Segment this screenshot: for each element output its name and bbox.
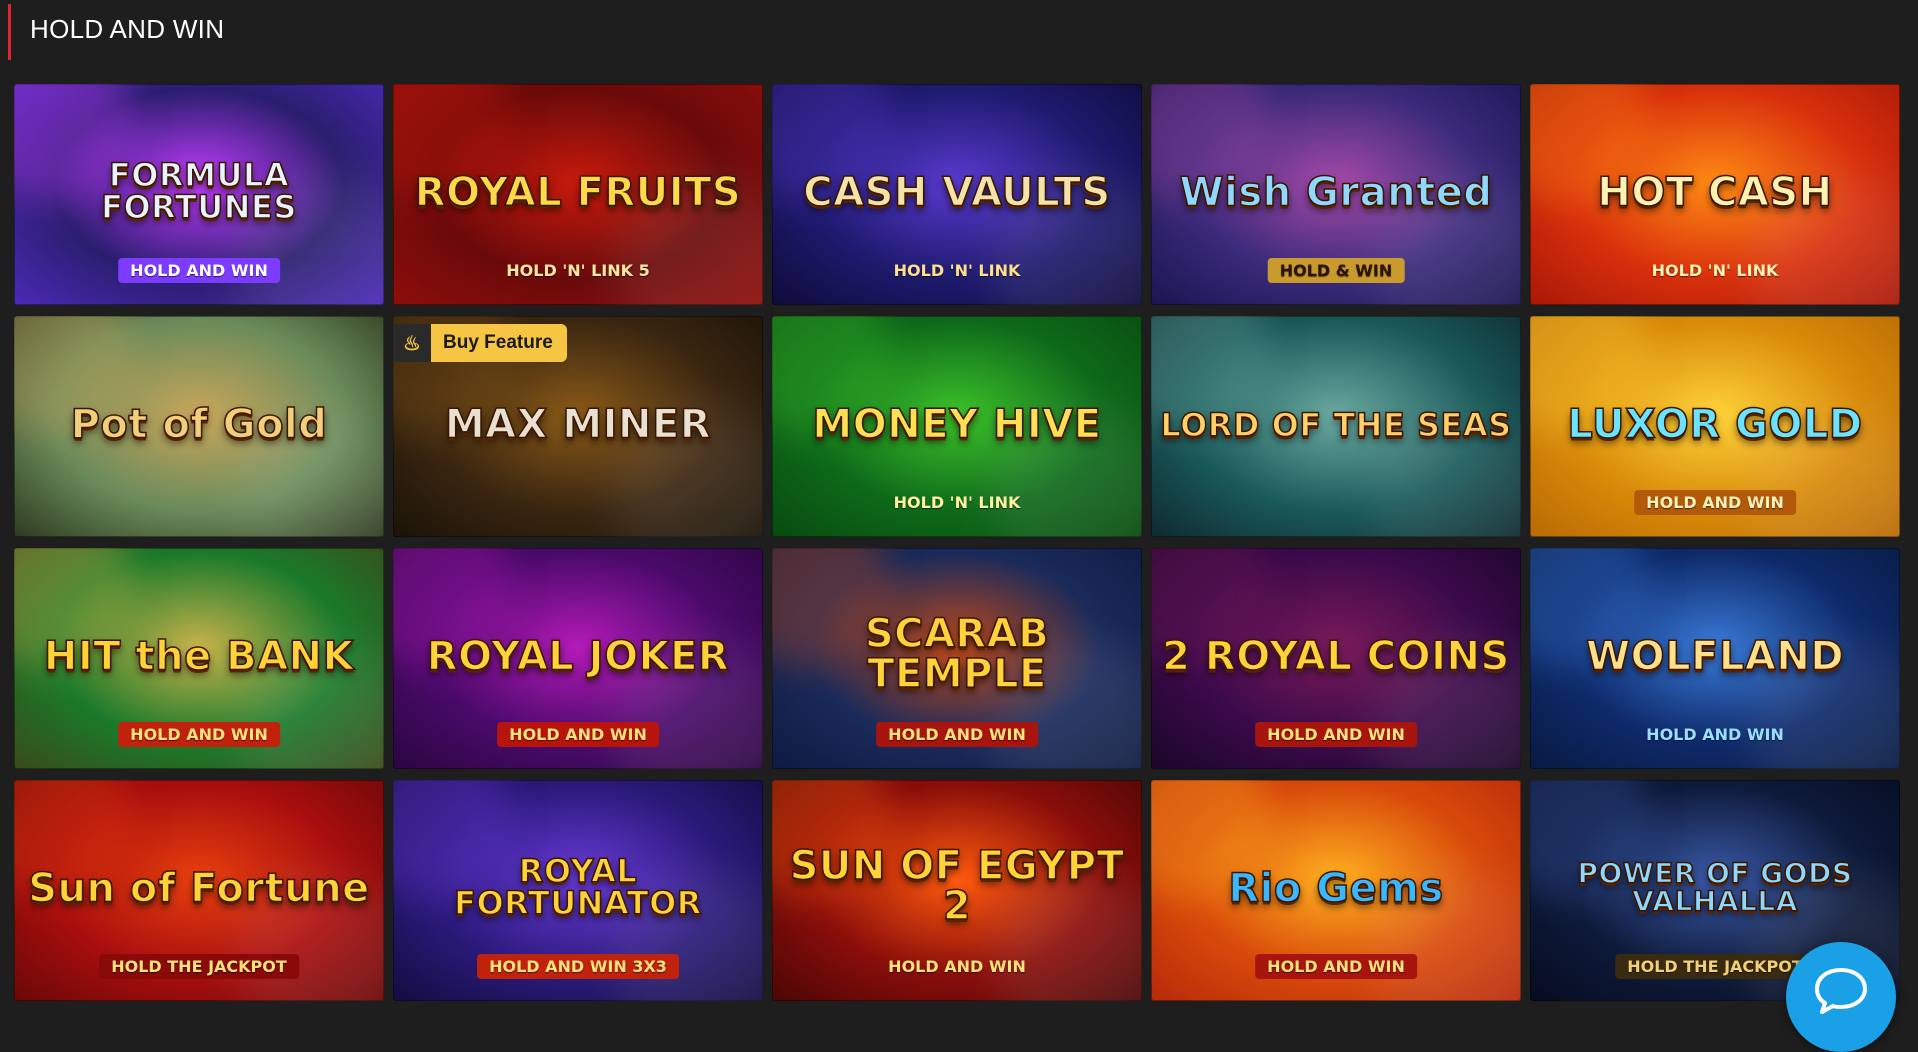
buy-feature-label: Buy Feature bbox=[443, 332, 553, 353]
game-title: Rio Gems bbox=[1228, 865, 1444, 912]
game-title: ROYAL FORTUNATOR bbox=[453, 851, 702, 923]
game-title: LORD OF THE SEAS bbox=[1160, 405, 1512, 444]
game-title: MONEY HIVE bbox=[812, 401, 1102, 448]
game-tile-formula-fortunes[interactable]: FORMULA FORTUNES HOLD AND WIN bbox=[14, 84, 384, 305]
game-subtitle: HOLD AND WIN bbox=[497, 722, 659, 747]
game-tile-pot-of-gold[interactable]: Pot of Gold bbox=[14, 316, 384, 537]
section-header: HOLD AND WIN bbox=[0, 0, 1918, 62]
section-accent-bar bbox=[8, 4, 11, 60]
game-subtitle: HOLD AND WIN bbox=[1255, 954, 1417, 979]
game-tile-wish-granted[interactable]: Wish Granted HOLD & WIN bbox=[1151, 84, 1521, 305]
game-title: HOT CASH bbox=[1597, 169, 1833, 216]
game-subtitle: HOLD AND WIN bbox=[1646, 725, 1784, 744]
game-subtitle: HOLD AND WIN bbox=[118, 258, 280, 283]
game-title: HIT the BANK bbox=[43, 633, 355, 680]
game-title: ROYAL FRUITS bbox=[414, 169, 742, 216]
game-tile-royal-coins-2[interactable]: 2 ROYAL COINS HOLD AND WIN bbox=[1151, 548, 1521, 769]
game-title: LUXOR GOLD bbox=[1567, 401, 1863, 448]
game-title: SCARAB TEMPLE bbox=[864, 610, 1050, 698]
game-tile-scarab-temple[interactable]: SCARAB TEMPLE HOLD AND WIN bbox=[772, 548, 1142, 769]
game-title: Sun of Fortune bbox=[27, 865, 370, 912]
game-title: WOLFLAND bbox=[1585, 633, 1845, 680]
game-tile-lord-of-the-seas[interactable]: LORD OF THE SEAS bbox=[1151, 316, 1521, 537]
game-subtitle: HOLD AND WIN bbox=[1634, 490, 1796, 515]
chat-bubble-icon bbox=[1815, 968, 1867, 1014]
game-title: SUN OF EGYPT 2 bbox=[789, 842, 1125, 930]
game-subtitle: HOLD AND WIN bbox=[1255, 722, 1417, 747]
game-grid: FORMULA FORTUNES HOLD AND WIN ROYAL FRUITS… bbox=[14, 84, 1900, 1001]
game-subtitle: HOLD THE JACKPOT bbox=[1615, 954, 1815, 979]
game-tile-rio-gems[interactable]: Rio Gems HOLD AND WIN bbox=[1151, 780, 1521, 1001]
game-tile-wolfland[interactable]: WOLFLAND HOLD AND WIN bbox=[1530, 548, 1900, 769]
game-title: 2 ROYAL COINS bbox=[1161, 633, 1510, 680]
game-subtitle: HOLD & WIN bbox=[1267, 258, 1405, 283]
game-title: Pot of Gold bbox=[70, 401, 328, 448]
game-tile-max-miner[interactable]: MAX MINER ♨ Buy Feature bbox=[393, 316, 763, 537]
game-tile-luxor-gold[interactable]: LUXOR GOLD HOLD AND WIN bbox=[1530, 316, 1900, 537]
buy-feature-badge: ♨ Buy Feature bbox=[393, 324, 567, 362]
game-subtitle: HOLD 'N' LINK 5 bbox=[506, 261, 650, 280]
game-subtitle: HOLD 'N' LINK bbox=[1651, 261, 1779, 280]
game-tile-royal-fortunator[interactable]: ROYAL FORTUNATOR HOLD AND WIN 3X3 bbox=[393, 780, 763, 1001]
game-tile-cash-vaults[interactable]: CASH VAULTS HOLD 'N' LINK bbox=[772, 84, 1142, 305]
game-tile-hot-cash[interactable]: HOT CASH HOLD 'N' LINK bbox=[1530, 84, 1900, 305]
game-subtitle: HOLD AND WIN bbox=[118, 722, 280, 747]
game-tile-sun-of-egypt-2[interactable]: SUN OF EGYPT 2 HOLD AND WIN bbox=[772, 780, 1142, 1001]
game-title: CASH VAULTS bbox=[803, 169, 1111, 216]
game-tile-hit-the-bank[interactable]: HIT the BANK HOLD AND WIN bbox=[14, 548, 384, 769]
game-title: Wish Granted bbox=[1179, 169, 1493, 216]
game-subtitle: HOLD 'N' LINK bbox=[893, 261, 1021, 280]
game-tile-sun-of-fortune[interactable]: Sun of Fortune HOLD THE JACKPOT bbox=[14, 780, 384, 1001]
flame-icon: ♨ bbox=[393, 324, 431, 362]
game-tile-money-hive[interactable]: MONEY HIVE HOLD 'N' LINK bbox=[772, 316, 1142, 537]
game-tile-royal-fruits-5[interactable]: ROYAL FRUITS HOLD 'N' LINK 5 bbox=[393, 84, 763, 305]
game-subtitle: HOLD AND WIN 3X3 bbox=[477, 954, 679, 979]
game-subtitle: HOLD THE JACKPOT bbox=[99, 954, 299, 979]
game-title: ROYAL JOKER bbox=[426, 633, 730, 680]
game-title: POWER OF GODS VALHALLA bbox=[1577, 856, 1853, 918]
game-subtitle: HOLD AND WIN bbox=[876, 722, 1038, 747]
game-tile-royal-joker[interactable]: ROYAL JOKER HOLD AND WIN bbox=[393, 548, 763, 769]
game-title: MAX MINER bbox=[444, 401, 712, 448]
game-subtitle: HOLD AND WIN bbox=[888, 957, 1026, 976]
game-title: FORMULA FORTUNES bbox=[100, 155, 297, 227]
section-title: HOLD AND WIN bbox=[30, 14, 225, 44]
chat-button[interactable] bbox=[1786, 942, 1896, 1052]
game-subtitle: HOLD 'N' LINK bbox=[893, 493, 1021, 512]
